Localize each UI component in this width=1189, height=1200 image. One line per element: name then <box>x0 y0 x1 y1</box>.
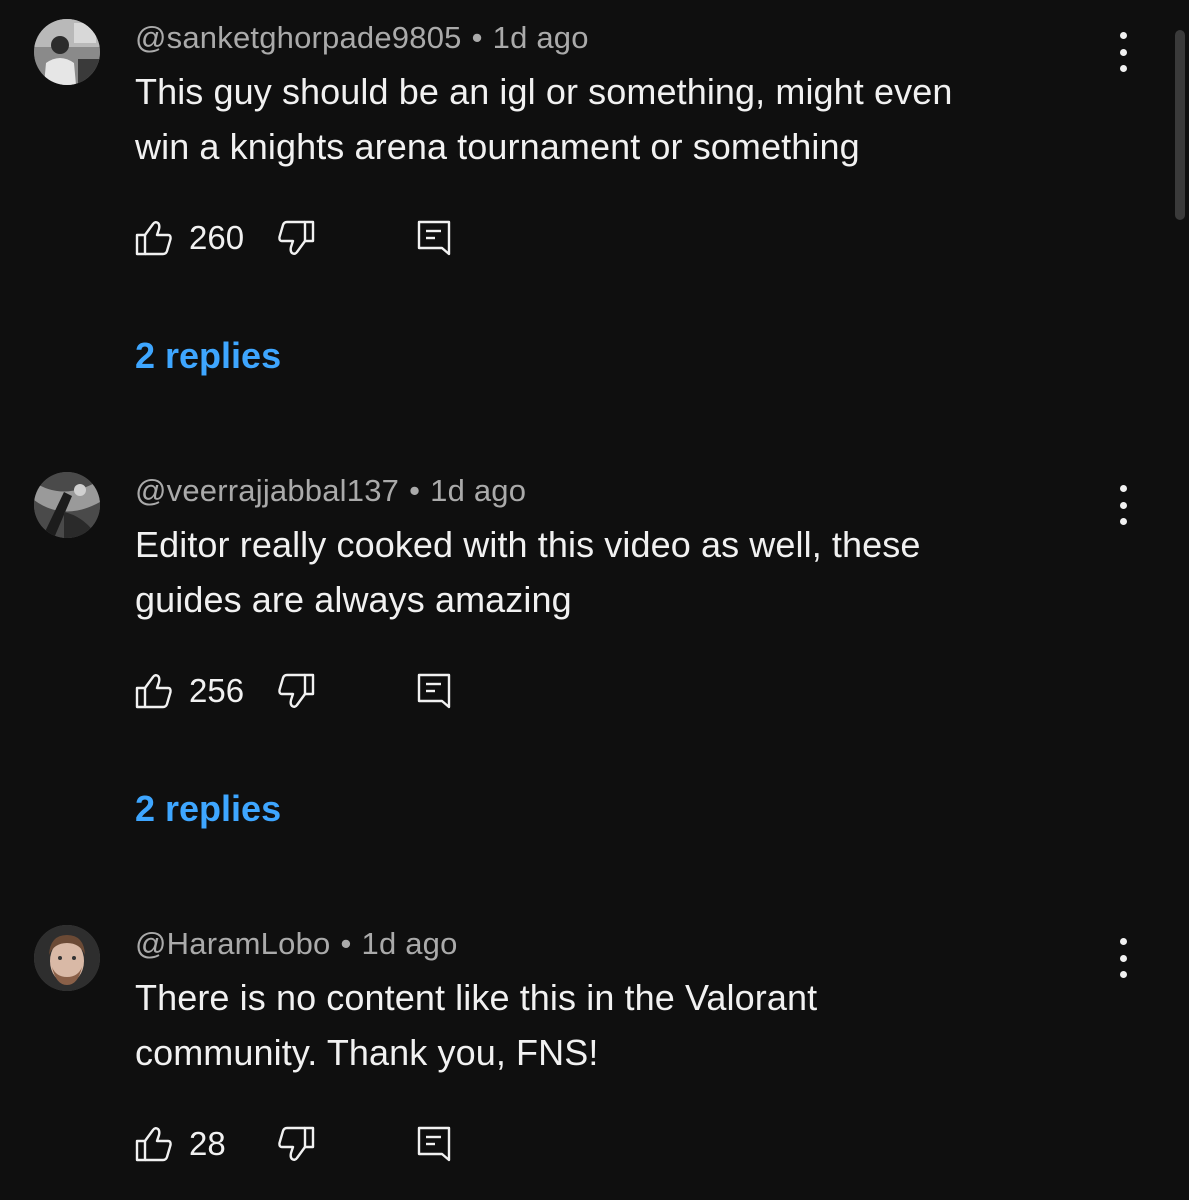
like-button[interactable]: 256 <box>135 672 277 710</box>
like-button[interactable]: 260 <box>135 219 277 257</box>
comment-text: There is no content like this in the Val… <box>135 970 1085 1080</box>
thumbs-up-icon <box>135 221 172 256</box>
scrollbar[interactable] <box>1175 30 1185 220</box>
like-count: 260 <box>189 219 245 256</box>
comment-author[interactable]: @HaramLobo <box>135 926 330 961</box>
thumbs-up-icon <box>135 1127 172 1162</box>
more-options-button[interactable] <box>1108 485 1138 525</box>
comment-actions: 28 <box>135 1122 451 1166</box>
view-replies-button[interactable]: 2 replies <box>135 335 281 377</box>
comment-reply-icon[interactable] <box>417 220 451 256</box>
comment-header: @veerrajjabbal137 • 1d ago <box>135 473 526 509</box>
like-button[interactable]: 28 <box>135 1125 277 1163</box>
comment-text-line: There is no content like this in the Val… <box>135 977 818 1018</box>
comment-header: @HaramLobo • 1d ago <box>135 926 458 962</box>
comment-author[interactable]: @sanketghorpade9805 <box>135 20 462 55</box>
vertical-dots-icon <box>1119 485 1127 492</box>
comment-text: This guy should be an igl or something, … <box>135 64 1085 174</box>
avatar[interactable] <box>34 19 100 85</box>
more-options-button[interactable] <box>1108 32 1138 72</box>
separator-dot: • <box>340 926 352 961</box>
vertical-dots-icon-dot <box>1119 65 1127 72</box>
comment-time[interactable]: 1d ago <box>362 926 458 961</box>
avatar[interactable] <box>34 925 100 991</box>
comment-text-line: community. Thank you, FNS! <box>135 1032 599 1073</box>
vertical-dots-icon-dot <box>1119 954 1127 962</box>
comment-reply-icon[interactable] <box>417 673 451 709</box>
like-count: 256 <box>189 672 245 709</box>
thumbs-down-icon[interactable] <box>277 673 315 709</box>
comment-actions: 260 <box>135 216 451 260</box>
comment-author[interactable]: @veerrajjabbal137 <box>135 473 399 508</box>
like-count: 28 <box>189 1125 226 1162</box>
comment-text: Editor really cooked with this video as … <box>135 517 1085 627</box>
comment-actions: 256 <box>135 669 451 713</box>
comment-text-line: This guy should be an igl or something, … <box>135 71 953 112</box>
thumbs-down-icon[interactable] <box>277 220 315 256</box>
avatar[interactable] <box>34 472 100 538</box>
view-replies-button[interactable]: 2 replies <box>135 788 281 830</box>
vertical-dots-icon-dot <box>1119 971 1127 978</box>
vertical-dots-icon-dot <box>1119 518 1127 525</box>
vertical-dots-icon-dot <box>1119 501 1127 509</box>
comment-time[interactable]: 1d ago <box>493 20 589 55</box>
comment-text-line: win a knights arena tournament or someth… <box>135 126 860 167</box>
comment-text-line: Editor really cooked with this video as … <box>135 524 921 565</box>
vertical-dots-icon-dot <box>1119 48 1127 56</box>
separator-dot: • <box>471 20 483 55</box>
comment-header: @sanketghorpade9805 • 1d ago <box>135 20 589 56</box>
separator-dot: • <box>409 473 421 508</box>
comments-page: @sanketghorpade9805 • 1d ago This guy shou… <box>0 0 1189 1200</box>
vertical-dots-icon <box>1119 32 1127 39</box>
comment-time[interactable]: 1d ago <box>430 473 526 508</box>
thumbs-down-icon[interactable] <box>277 1126 315 1162</box>
comment-reply-icon[interactable] <box>417 1126 451 1162</box>
vertical-dots-icon <box>1119 938 1127 945</box>
thumbs-up-icon <box>135 674 172 709</box>
more-options-button[interactable] <box>1108 938 1138 978</box>
comment-text-line: guides are always amazing <box>135 579 572 620</box>
